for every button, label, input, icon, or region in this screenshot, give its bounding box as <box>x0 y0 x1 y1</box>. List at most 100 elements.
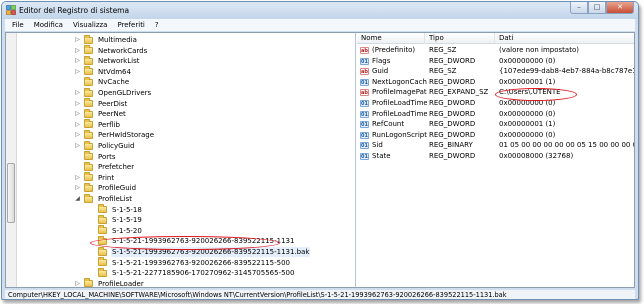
folder-icon <box>84 119 93 129</box>
maximize-button[interactable]: □ <box>588 2 606 14</box>
tree-item[interactable]: S-1-5-19 <box>88 214 143 225</box>
expand-arrow-icon[interactable]: ▷ <box>74 46 81 56</box>
tree-item[interactable]: ▷ PolicyGuid <box>74 140 135 151</box>
menu-modifica[interactable]: Modifica <box>29 19 68 31</box>
expand-arrow-icon[interactable]: ◢ <box>74 194 81 204</box>
value-row[interactable]: 01NextLogonCach...REG_DWORD 0x00000001 (1… <box>357 77 634 88</box>
menu-preferiti[interactable]: Preferiti <box>112 19 149 31</box>
expand-arrow-icon[interactable]: ▷ <box>74 56 81 66</box>
menu-help[interactable]: ? <box>150 19 164 31</box>
tree-item[interactable]: ▷ Print <box>74 172 115 183</box>
folder-icon <box>84 98 93 108</box>
binary-value-icon: 01 <box>360 153 369 160</box>
tree-item-label: NtVdm64 <box>98 67 131 76</box>
value-name: ProfileLoadTime... <box>372 99 427 107</box>
menu-file[interactable]: File <box>7 19 29 31</box>
tree-item-label: ProfileList <box>98 195 133 203</box>
expand-arrow-icon[interactable]: ▷ <box>74 99 81 109</box>
value-name: State <box>372 152 391 160</box>
folder-icon <box>84 278 93 287</box>
value-type: REG_DWORD <box>429 109 476 118</box>
tree-item-label: S-1-5-19 <box>112 216 142 225</box>
value-row[interactable]: 01ProfileLoadTime...REG_DWORD0x00000000 … <box>357 98 634 109</box>
expand-arrow-icon[interactable]: ▷ <box>74 141 81 151</box>
string-value-icon: ab <box>360 47 369 54</box>
value-name: ProfileLoadTime... <box>372 109 427 118</box>
expand-arrow-icon[interactable]: ▷ <box>74 88 81 98</box>
client-area: ▷ Multimedia ▷ NetworkCards ▷ NetworkList ▷ NtV… <box>5 32 635 288</box>
tree-item[interactable]: ▷ ProfileGuid <box>74 182 137 193</box>
tree-item[interactable]: ▷ NetworkCards <box>74 45 148 56</box>
tree-item-label: Multimedia <box>98 36 137 44</box>
tree-item[interactable]: ▷ Perflib <box>74 119 121 130</box>
registry-values-list[interactable]: Nome Tipo Dati ab (Predefinito) REG_SZ (val… <box>357 33 634 287</box>
tree-item[interactable]: ◢ ProfileList <box>74 193 133 204</box>
folder-icon <box>98 214 107 224</box>
tree-item[interactable]: S-1-5-21-1993962763-920026266-839522115-… <box>88 257 291 268</box>
registry-editor-window: Editor del Registro di sistema – □ ✕ Fil… <box>1 1 639 300</box>
value-row[interactable]: 01 Flags REG_DWORD 0x00000000 (0) <box>357 56 634 67</box>
folder-icon <box>98 204 107 214</box>
tree-item[interactable]: Prefetcher <box>74 161 135 172</box>
tree-item-label: Perflib <box>98 120 120 129</box>
expand-arrow-icon[interactable]: ▷ <box>74 279 81 287</box>
value-data: 0x00000000 (0) <box>499 109 556 118</box>
value-data: (valore non impostato) <box>499 46 579 54</box>
column-header-data[interactable]: Dati <box>495 33 634 44</box>
value-row[interactable]: 01 Sid REG_BINARY 01 05 00 00 00 00 00 05 1… <box>357 140 634 151</box>
menu-visualizza[interactable]: Visualizza <box>68 19 112 31</box>
tree-item-label: Ports <box>98 152 116 161</box>
tree-item[interactable]: ▷ ProfileLoader <box>74 278 145 287</box>
registry-key-tree[interactable]: ▷ Multimedia ▷ NetworkCards ▷ NetworkList ▷ NtV… <box>6 33 356 287</box>
value-row[interactable]: ab (Predefinito) REG_SZ (valore non imposta… <box>357 45 634 56</box>
value-data: 0x00000000 (0) <box>499 56 556 65</box>
tree-item[interactable]: Ports <box>74 151 117 162</box>
tree-item[interactable]: ▷ PerHwIdStorage <box>74 129 155 140</box>
tree-item[interactable]: ▷ PeerNet <box>74 108 127 119</box>
tree-scrollbar[interactable] <box>6 33 17 287</box>
list-header: Nome Tipo Dati <box>357 33 634 44</box>
tree-item[interactable]: S-1-5-21-2277185906-170270962-3145705565… <box>88 267 295 278</box>
binary-value-icon: 01 <box>360 142 369 150</box>
value-row[interactable]: 01ProfileLoadTime...REG_DWORD0x00000000 … <box>357 109 634 120</box>
value-data: 01 05 00 00 00 00 00 05 15 00 00 00 0b 7… <box>499 141 634 150</box>
window-title: Editor del Registro di sistema <box>19 6 130 15</box>
value-row[interactable]: 01 State REG_DWORD 0x00008000 (32768) <box>357 151 634 162</box>
tree-item[interactable]: S-1-5-18 <box>88 204 143 215</box>
value-name: Guid <box>372 67 389 76</box>
tree-item[interactable]: NvCache <box>74 76 130 87</box>
binary-value-icon: 01 <box>360 57 369 65</box>
tree-item[interactable]: ▷ Multimedia <box>74 34 138 45</box>
value-row[interactable]: 01RunLogonScript...REG_DWORD 0x00000000 (… <box>357 130 634 141</box>
expand-arrow-icon[interactable]: ▷ <box>74 173 81 183</box>
column-header-name[interactable]: Nome <box>357 33 425 44</box>
folder-icon <box>84 55 93 65</box>
tree-item-label: OpenGLDrivers <box>98 89 152 97</box>
expand-arrow-icon[interactable]: ▷ <box>74 109 81 119</box>
column-header-type[interactable]: Tipo <box>425 33 495 44</box>
expand-arrow-icon[interactable]: ▷ <box>74 35 81 45</box>
tree-item-label: Prefetcher <box>98 163 135 172</box>
tree-item-label: S-1-5-20 <box>112 226 142 235</box>
tree-item[interactable]: S-1-5-20 <box>88 225 143 236</box>
expand-arrow-icon[interactable]: ▷ <box>74 183 81 193</box>
tree-item-label: S-1-5-21-2277185906-170270962-3145705565… <box>112 269 295 278</box>
expand-arrow-icon[interactable]: ▷ <box>74 120 81 130</box>
value-name: Sid <box>372 141 383 150</box>
expand-arrow-icon[interactable]: ▷ <box>74 67 81 77</box>
tree-scrollbar-thumb[interactable] <box>7 163 15 223</box>
folder-icon <box>84 34 93 44</box>
string-value-icon: ab <box>360 89 369 97</box>
value-data: 0x00000001 (1) <box>499 77 556 86</box>
tree-item[interactable]: ▷ OpenGLDrivers <box>74 87 152 98</box>
minimize-button[interactable]: – <box>570 2 588 14</box>
tree-item[interactable]: ▷ NetworkList <box>74 55 140 66</box>
expand-arrow-icon[interactable]: ▷ <box>74 130 81 140</box>
title-bar[interactable]: Editor del Registro di sistema – □ ✕ <box>2 2 638 19</box>
folder-icon <box>84 182 93 192</box>
tree-item[interactable]: ▷ NtVdm64 <box>74 66 132 77</box>
value-row[interactable]: 01 RefCount REG_DWORD 0x00000001 (1) <box>357 119 634 130</box>
close-button[interactable]: ✕ <box>606 2 634 14</box>
value-row[interactable]: ab Guid REG_SZ {107ede99-dab8-4eb7-884a-b8c… <box>357 66 634 77</box>
tree-item[interactable]: ▷ PeerDist <box>74 98 128 109</box>
